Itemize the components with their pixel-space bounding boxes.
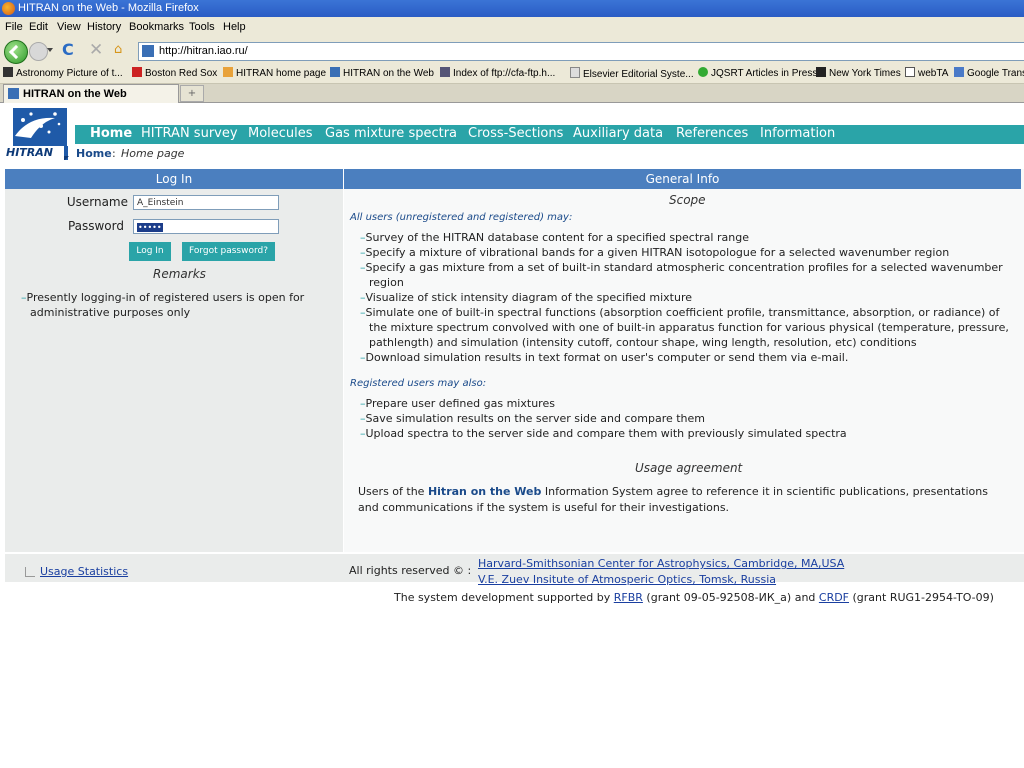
username-label: Username <box>66 195 128 209</box>
username-input[interactable]: A_Einstein <box>133 195 279 210</box>
hitran-on-the-web-name: Hitran on the Web <box>427 485 542 498</box>
login-button[interactable]: Log In <box>129 242 171 261</box>
history-dropdown-icon[interactable] <box>47 48 53 52</box>
password-label: Password <box>67 219 124 233</box>
forgot-password-button[interactable]: Forgot password? <box>182 242 275 261</box>
all-users-title: All users (unregistered and registered) … <box>350 212 573 223</box>
nav-molecules[interactable]: Molecules <box>248 126 313 141</box>
login-heading: Log In <box>5 169 343 189</box>
general-info-heading: General Info <box>344 169 1021 189</box>
list-item: –Survey of the HITRAN database content f… <box>360 231 749 244</box>
crdf-link[interactable]: CRDF <box>819 591 849 604</box>
bookmark-item[interactable]: JQSRT Articles in Press <box>698 67 817 79</box>
bookmark-item[interactable]: Elsevier Editorial Syste... <box>570 67 694 80</box>
nav-home[interactable]: Home <box>90 126 132 141</box>
address-url: http://hitran.iao.ru/ <box>159 45 248 57</box>
list-item: –Visualize of stick intensity diagram of… <box>360 291 692 304</box>
window-titlebar: HITRAN on the Web - Mozilla Firefox <box>0 0 1024 17</box>
support-text: The system development supported by RFBR… <box>394 591 994 604</box>
bookmark-item[interactable]: New York Times <box>816 67 901 79</box>
bookmark-item[interactable]: HITRAN home page <box>223 67 326 79</box>
firefox-icon <box>2 2 15 15</box>
nav-gas-mixture-spectra[interactable]: Gas mixture spectra <box>325 126 457 141</box>
usage-statistics-link[interactable]: Usage Statistics <box>40 565 128 578</box>
new-tab-button[interactable]: + <box>180 85 204 102</box>
nav-information[interactable]: Information <box>760 126 835 141</box>
harvard-smithsonian-link[interactable]: Harvard-Smithsonian Center for Astrophys… <box>478 557 844 570</box>
bookmark-item[interactable]: Boston Red Sox <box>132 67 217 79</box>
breadcrumb-current: Home page <box>121 147 185 160</box>
bookmark-item[interactable]: Index of ftp://cfa-ftp.h... <box>440 67 555 79</box>
tab-hitran[interactable]: HITRAN on the Web <box>3 84 179 103</box>
password-masked-value: ••••• <box>137 223 163 232</box>
zuev-institute-link[interactable]: V.E. Zuev Insitute of Atmosperic Optics,… <box>478 573 776 586</box>
logo-text: HITRAN <box>6 146 53 159</box>
list-item: –Prepare user defined gas mixtures <box>360 397 555 410</box>
menu-bookmarks[interactable]: Bookmarks <box>129 21 184 33</box>
registered-users-title: Registered users may also: <box>350 378 487 389</box>
menu-view[interactable]: View <box>57 21 81 33</box>
bookmark-item[interactable]: webTA <box>905 67 948 79</box>
tab-favicon-icon <box>8 88 19 99</box>
forward-button-icon[interactable] <box>29 42 48 61</box>
registered-users-list: –Prepare user defined gas mixtures –Save… <box>360 396 1010 441</box>
usage-agreement-title: Usage agreement <box>635 461 743 475</box>
bookmarks-toolbar: Astronomy Picture of t... Boston Red Sox… <box>0 64 1024 84</box>
bookmark-item[interactable]: HITRAN on the Web <box>330 67 434 79</box>
remark-item: –Presently logging-in of registered user… <box>21 291 305 319</box>
address-bar[interactable]: http://hitran.iao.ru/ <box>138 42 1024 61</box>
stop-icon[interactable]: ✕ <box>89 40 103 60</box>
chart-icon <box>25 567 35 577</box>
menu-file[interactable]: File <box>5 21 23 33</box>
menu-help[interactable]: Help <box>223 21 246 33</box>
breadcrumb-home[interactable]: Home <box>76 147 112 160</box>
list-item: –Specify a mixture of vibrational bands … <box>360 246 950 259</box>
window-title: HITRAN on the Web - Mozilla Firefox <box>18 2 199 14</box>
bookmark-item[interactable]: Google Trans <box>954 67 1024 79</box>
list-item: –Download simulation results in text for… <box>360 351 849 364</box>
breadcrumb-separator: : <box>112 147 116 160</box>
usage-agreement-text: Users of the Hitran on the Web Informati… <box>358 485 988 514</box>
remarks-title: Remarks <box>153 267 206 281</box>
scope-title: Scope <box>669 193 706 207</box>
menu-tools[interactable]: Tools <box>189 21 215 33</box>
list-item: –Specify a gas mixture from a set of bui… <box>360 261 1003 289</box>
nav-cross-sections[interactable]: Cross-Sections <box>468 126 563 141</box>
home-icon[interactable]: ⌂ <box>114 42 122 57</box>
back-button-icon[interactable] <box>4 40 28 64</box>
menu-bar: File Edit View History Bookmarks Tools H… <box>0 17 1024 37</box>
bookmark-item[interactable]: Astronomy Picture of t... <box>3 67 123 79</box>
rights-text: All rights reserved © : <box>349 564 472 577</box>
list-item: –Upload spectra to the server side and c… <box>360 427 847 440</box>
nav-hitran-survey[interactable]: HITRAN survey <box>141 126 238 141</box>
site-favicon-icon <box>142 45 154 57</box>
tab-title: HITRAN on the Web <box>23 88 127 100</box>
reload-icon[interactable]: C <box>62 40 74 59</box>
nav-auxiliary-data[interactable]: Auxiliary data <box>573 126 663 141</box>
list-item: –Save simulation results on the server s… <box>360 412 706 425</box>
all-users-list: –Survey of the HITRAN database content f… <box>360 230 1010 365</box>
menu-edit[interactable]: Edit <box>29 21 48 33</box>
nav-references[interactable]: References <box>676 126 748 141</box>
menu-history[interactable]: History <box>87 21 121 33</box>
password-input[interactable]: ••••• <box>133 219 279 234</box>
list-item: –Simulate one of built-in spectral funct… <box>360 306 1009 349</box>
rfbr-link[interactable]: RFBR <box>614 591 643 604</box>
